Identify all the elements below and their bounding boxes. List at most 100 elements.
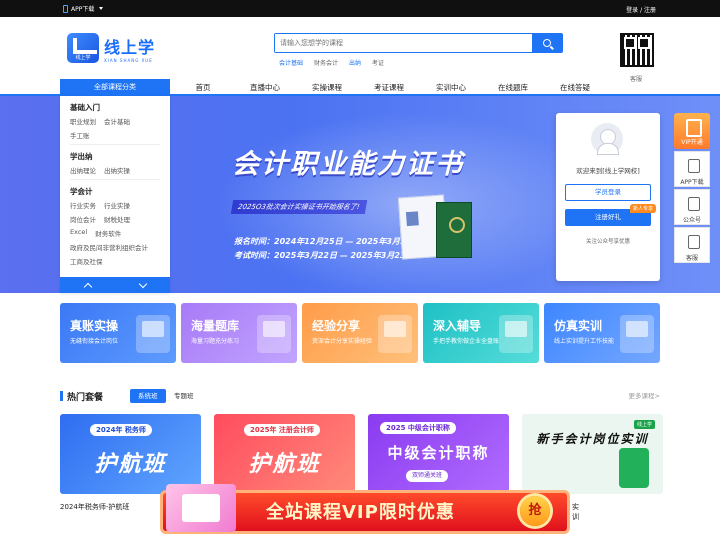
banner-tag: 2025O3批次会计实操证书开始报名了! [230,200,367,214]
feature-sub: 手把手教你做企业全盘账 [433,338,500,345]
phone-icon [63,4,68,13]
avatar [591,123,623,155]
welcome-text: 欢迎来到[线上学网校] [576,167,640,175]
category-link[interactable]: 出纳理论 [70,165,96,175]
category-link[interactable]: 出纳实操 [104,165,130,175]
category-link[interactable]: 会计基础 [104,116,130,126]
nav-item-practice[interactable]: 实操课程 [296,79,358,96]
logo-name: 线上学 [104,37,156,57]
nav-item-certificate[interactable]: 考证课程 [358,79,420,96]
banner-registration-time: 报名时间：2024年12月25日 — 2025年3月10日 [234,237,420,246]
site-logo[interactable]: 线上学 线上学 XIAN SHANG XUE [67,33,157,63]
course-caption: 实训 [572,503,579,521]
section-title: 热门套餐 [67,393,104,403]
course-tag: 2025 中级会计职称 [380,422,456,434]
course-brand-badge: 线上学 [633,420,655,429]
feature-cards: 真账实操无缝衔接会计岗位 海量题库海量习题充分练习 经验分享资深会计分享实操经验… [60,303,660,363]
feature-sub: 线上实训提升工作技能 [554,338,615,345]
feature-card[interactable]: 经验分享资深会计分享实操经验 [302,303,418,363]
course-banner-text: 护航班 [94,452,167,477]
feature-illustration-icon [257,315,291,353]
hot-search-terms: 会计基础 财务会计 出纳 考证 [279,58,384,67]
nav-item-question-bank[interactable]: 在线题库 [482,79,544,96]
chevron-up-icon[interactable] [83,282,92,291]
side-customer-service[interactable]: 客服 [674,227,710,263]
more-courses-link[interactable]: 更多课程> [629,390,660,400]
category-scroll [60,277,170,293]
search-icon [543,39,551,47]
feature-title: 真账实操 [70,319,119,333]
vip-button[interactable]: VIP开通 [674,113,710,149]
login-panel: 欢迎来到[线上学网校] 学员登录 注册好礼 新人专享 关注公众号享优惠 [556,113,660,281]
category-title[interactable]: 基础入门 [70,102,160,113]
grab-button[interactable]: 抢 [520,496,550,526]
side-toolbar: VIP开通 APP下载 公众号 客服 [674,113,710,263]
feature-illustration-icon [136,315,170,353]
logo-mark-icon: 线上学 [67,33,99,63]
phone-illustration-icon [619,448,649,488]
hot-term[interactable]: 考证 [372,58,384,67]
course-banner-text: 新手会计岗位实训 [536,432,649,446]
feature-illustration-icon [378,315,412,353]
category-link[interactable]: 财务软件 [95,228,121,238]
category-link[interactable]: 手工账 [70,130,90,140]
feature-card[interactable]: 深入辅导手把手教你做企业全盘账 [423,303,539,363]
top-bar: APP下载 登录 / 注册 [0,0,720,17]
category-link[interactable]: 职业规划 [70,116,96,126]
feature-card[interactable]: 仿真实训线上实训提升工作技能 [544,303,660,363]
logo-mark-text: 线上学 [75,55,91,61]
nav-item-live[interactable]: 直播中心 [234,79,296,96]
feature-sub: 资深会计分享实操经验 [312,338,373,345]
category-link[interactable]: 工商及社保 [70,256,103,266]
course-banner-text: 中级会计职称 [387,444,490,462]
nav-item-training[interactable]: 实训中心 [420,79,482,96]
feature-title: 海量题库 [191,319,240,333]
category-link[interactable]: 财税处理 [104,214,130,224]
vip-promo-banner[interactable]: 全站课程VIP限时优惠 抢 实训 [160,484,579,538]
hot-term[interactable]: 财务会计 [314,58,338,67]
course-banner-text: 护航班 [248,452,321,477]
caret-down-icon [99,7,104,10]
app-download-link[interactable]: APP下载 [63,4,104,13]
course-tag: 2024年 税务师 [90,424,152,436]
member-login-button[interactable]: 学员登录 [565,184,651,201]
chevron-down-icon[interactable] [138,279,147,288]
all-categories-button[interactable]: 全部课程分类 [60,79,170,96]
banner-exam-time: 考试时间：2025年3月22日 — 2025年3月23日 [234,251,414,260]
tab-topic-class[interactable]: 专题班 [174,389,194,403]
feature-title: 仿真实训 [554,319,603,333]
gift-illustration-icon [166,484,236,532]
feature-card[interactable]: 海量题库海量习题充分练习 [181,303,297,363]
search-input[interactable] [275,34,532,52]
certificate-illustration [397,194,472,262]
feature-card[interactable]: 真账实操无缝衔接会计岗位 [60,303,176,363]
feature-title: 经验分享 [312,319,361,333]
side-official-account[interactable]: 公众号 [674,189,710,225]
category-link[interactable]: 政府及民间非营利组织会计 [70,242,148,252]
app-download-label: APP下载 [71,6,95,13]
nav-item-qa[interactable]: 在线答疑 [544,79,606,96]
tab-system-class[interactable]: 系统班 [130,389,166,403]
side-app-download[interactable]: APP下载 [674,151,710,187]
category-link[interactable]: 行业实务 [70,200,96,210]
search-button[interactable] [532,34,562,52]
category-link[interactable]: 岗位会计 [70,214,96,224]
category-title[interactable]: 学出纳 [70,151,160,162]
main-nav: 全部课程分类 首页 直播中心 实操课程 考证课程 实训中心 在线题库 在线答疑 [0,79,720,96]
promo-text: 全站课程VIP限时优惠 [266,502,455,523]
course-tag: 2025年 注册会计师 [244,424,320,436]
category-title[interactable]: 学会计 [70,186,160,197]
hot-term[interactable]: 出纳 [349,58,361,67]
nav-item-home[interactable]: 首页 [172,79,234,96]
category-link[interactable]: Excel [70,228,87,238]
feature-title: 深入辅导 [433,319,482,333]
feature-sub: 无缝衔接会计岗位 [70,338,119,345]
follow-text: 关注公众号享优惠 [585,239,630,245]
feature-illustration-icon [620,315,654,353]
feature-sub: 海量习题充分练习 [191,338,240,345]
category-link[interactable]: 行业实操 [104,200,130,210]
course-sub-tag: 双师通关班 [406,470,449,482]
login-register-link[interactable]: 登录 / 注册 [626,5,656,14]
logo-pinyin: XIAN SHANG XUE [104,57,153,63]
hot-term[interactable]: 会计基础 [279,58,303,67]
